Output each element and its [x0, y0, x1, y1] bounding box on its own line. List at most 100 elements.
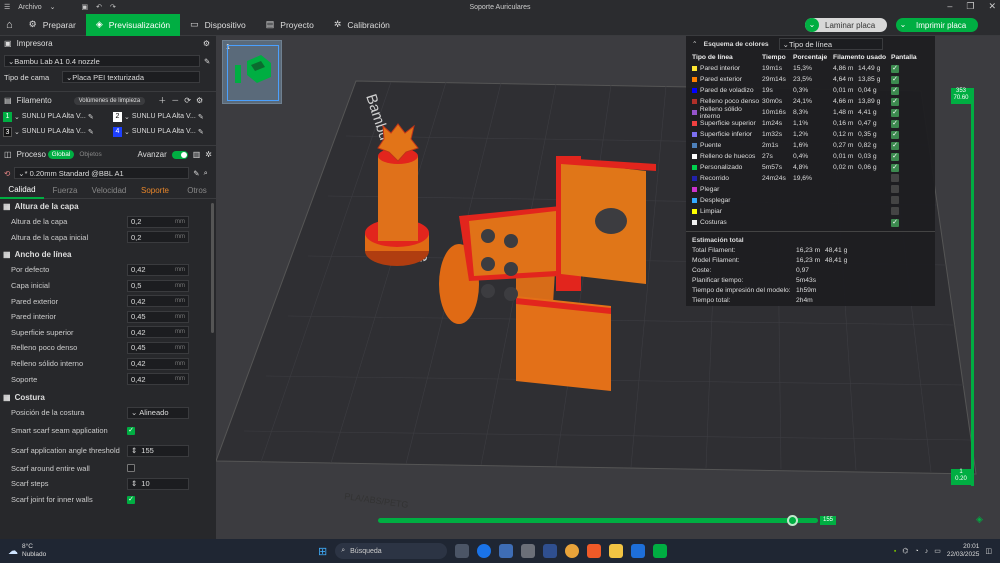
toggle-objects[interactable]: Objetos [79, 151, 101, 158]
subtab-others[interactable]: Otros [178, 186, 216, 195]
plate-thumbnail[interactable]: 1 [222, 40, 282, 104]
visibility-checkbox[interactable]: ✓ [891, 218, 899, 227]
compare-icon[interactable]: ▥ [193, 150, 201, 159]
stepper-icon[interactable]: ⇕ [131, 446, 137, 455]
advanced-toggle[interactable] [171, 150, 188, 159]
chevron-down-icon[interactable]: ⌄ [50, 3, 56, 11]
filament-slot-3[interactable]: 3 ⌄ SUNLU PLA Alta V... ✎ [3, 124, 113, 139]
edge-icon[interactable] [477, 544, 492, 558]
tab-device[interactable]: ▭ Dispositivo [180, 14, 256, 36]
process-profile-select[interactable]: ⌄ * 0.20mm Standard @BBL A1 [14, 167, 190, 179]
layer-height-input[interactable]: 0,2 mm [127, 215, 189, 228]
visibility-checkbox[interactable] [891, 173, 899, 182]
visibility-checkbox[interactable] [891, 184, 899, 193]
scrollbar[interactable] [211, 203, 214, 333]
edit-icon[interactable]: ✎ [198, 113, 204, 121]
smart-scarf-checkbox[interactable]: ✓ [127, 426, 135, 435]
volume-icon[interactable]: ♪ [925, 548, 929, 555]
clock[interactable]: 20:01 22/03/2025 [947, 543, 980, 559]
edit-icon[interactable]: ✎ [193, 169, 199, 178]
settings-app-icon[interactable] [455, 544, 470, 558]
tab-calibration[interactable]: ✲ Calibración [324, 14, 400, 36]
refresh-icon[interactable]: ⟲ [4, 169, 10, 178]
scarf-entire-wall-checkbox[interactable] [127, 464, 135, 473]
printer-select[interactable]: ⌄ Bambu Lab A1 0.4 nozzle [4, 55, 200, 67]
move-slider-track[interactable] [378, 518, 818, 523]
visibility-checkbox[interactable]: ✓ [891, 163, 899, 172]
minimize-icon[interactable]: – [947, 1, 952, 12]
stepper-icon[interactable]: ⇕ [131, 479, 137, 488]
visibility-checkbox[interactable]: ✓ [891, 141, 899, 150]
search-icon[interactable]: ⌕ [204, 168, 208, 178]
move-slider-handle[interactable] [786, 515, 798, 526]
layer-slider-top-handle[interactable]: 353 70.60 [951, 88, 971, 104]
tab-preview[interactable]: ◈ Previsualización [85, 13, 181, 36]
redo-icon[interactable]: ↷ [110, 3, 116, 11]
subtab-support[interactable]: Soporte [132, 186, 178, 195]
home-button[interactable]: ⌂ [0, 14, 19, 36]
menu-icon[interactable]: ☰ [4, 3, 10, 11]
flush-volumes-button[interactable]: Volúmenes de limpieza [73, 96, 146, 105]
settings-icon[interactable]: ⚙ [196, 96, 203, 105]
scarf-steps-input[interactable]: ⇕ 10 [127, 477, 189, 490]
undo-icon[interactable]: ↶ [96, 3, 102, 11]
edit-icon[interactable]: ✎ [198, 128, 204, 136]
weather-widget[interactable]: ☁ 8°C Nublado [0, 543, 300, 559]
inner-wall-width-input[interactable]: 0,45 mm [127, 310, 189, 323]
chevron-down-icon[interactable]: ⌄ [896, 18, 910, 32]
initial-layer-height-input[interactable]: 0,2 mm [127, 231, 189, 244]
scarf-inner-walls-checkbox[interactable]: ✓ [127, 495, 135, 504]
sparse-infill-width-input[interactable]: 0,45 mm [127, 341, 189, 354]
add-icon[interactable]: ＋ [158, 95, 166, 106]
network-icon[interactable]: ⌬ [902, 547, 908, 555]
subtab-speed[interactable]: Velocidad [86, 186, 132, 195]
layer-slider-track[interactable] [971, 88, 974, 486]
folder-icon[interactable] [609, 544, 624, 558]
layer-slider-bottom-handle[interactable]: 1 0.20 [951, 469, 971, 485]
photos-icon[interactable] [499, 544, 514, 558]
maximize-icon[interactable]: ❐ [966, 1, 974, 12]
edit-icon[interactable]: ✎ [88, 128, 94, 136]
outer-wall-width-input[interactable]: 0,42 mm [127, 295, 189, 308]
bed-type-select[interactable]: ⌄ Placa PEI texturizada [62, 71, 200, 83]
seam-position-select[interactable]: ⌄ Alineado [127, 406, 189, 419]
visibility-checkbox[interactable]: ✓ [891, 97, 899, 106]
save-icon[interactable]: ▣ [82, 3, 89, 11]
chrome-icon[interactable] [565, 544, 580, 558]
file-menu[interactable]: Archivo [18, 4, 41, 11]
default-width-input[interactable]: 0,42 mm [127, 263, 189, 276]
notifications-icon[interactable]: ◫ [985, 547, 992, 555]
edit-icon[interactable]: ✎ [204, 57, 210, 66]
chevron-down-icon[interactable]: ⌄ [805, 18, 819, 32]
calculator-icon[interactable] [543, 544, 558, 558]
print-plate-button[interactable]: ⌄ Imprimir placa [896, 18, 978, 32]
close-icon[interactable]: ✕ [988, 1, 996, 12]
wifi-icon[interactable]: ◔ [914, 548, 918, 555]
visibility-checkbox[interactable]: ✓ [891, 119, 899, 128]
settings-icon[interactable]: ⚙ [203, 39, 210, 48]
collapse-icon[interactable]: ⌃ [692, 40, 698, 48]
bluetooth-icon[interactable] [631, 544, 646, 558]
filament-slot-2[interactable]: 2 ⌄ SUNLU PLA Alta V... ✎ [113, 109, 213, 124]
subtab-quality[interactable]: Calidad [0, 183, 44, 199]
toggle-global[interactable]: Global [47, 150, 75, 159]
visibility-checkbox[interactable]: ✓ [891, 86, 899, 95]
sync-icon[interactable]: ⟳ [184, 96, 191, 105]
nvidia-icon[interactable]: ▪ [894, 548, 896, 555]
subtab-strength[interactable]: Fuerza [44, 186, 86, 195]
filament-slot-1[interactable]: 1 ⌄ SUNLU PLA Alta V... ✎ [3, 109, 113, 124]
visibility-checkbox[interactable]: ✓ [891, 130, 899, 139]
visibility-checkbox[interactable] [891, 195, 899, 204]
color-scheme-select[interactable]: ⌄ Tipo de línea [778, 38, 883, 50]
top-surface-width-input[interactable]: 0,42 mm [127, 326, 189, 339]
slice-plate-button[interactable]: ⌄ Laminar placa [805, 18, 887, 32]
layers-icon[interactable]: ◈ [976, 514, 983, 525]
battery-icon[interactable]: ▭ [934, 547, 941, 555]
bambu-studio-icon[interactable] [653, 544, 668, 558]
tab-project[interactable]: ▤ Proyecto [256, 14, 324, 36]
visibility-checkbox[interactable] [891, 206, 899, 215]
edit-icon[interactable]: ✎ [88, 113, 94, 121]
solid-infill-width-input[interactable]: 0,42 mm [127, 357, 189, 370]
brave-icon[interactable] [587, 544, 602, 558]
windows-start-icon[interactable]: ⊞ [318, 545, 327, 558]
